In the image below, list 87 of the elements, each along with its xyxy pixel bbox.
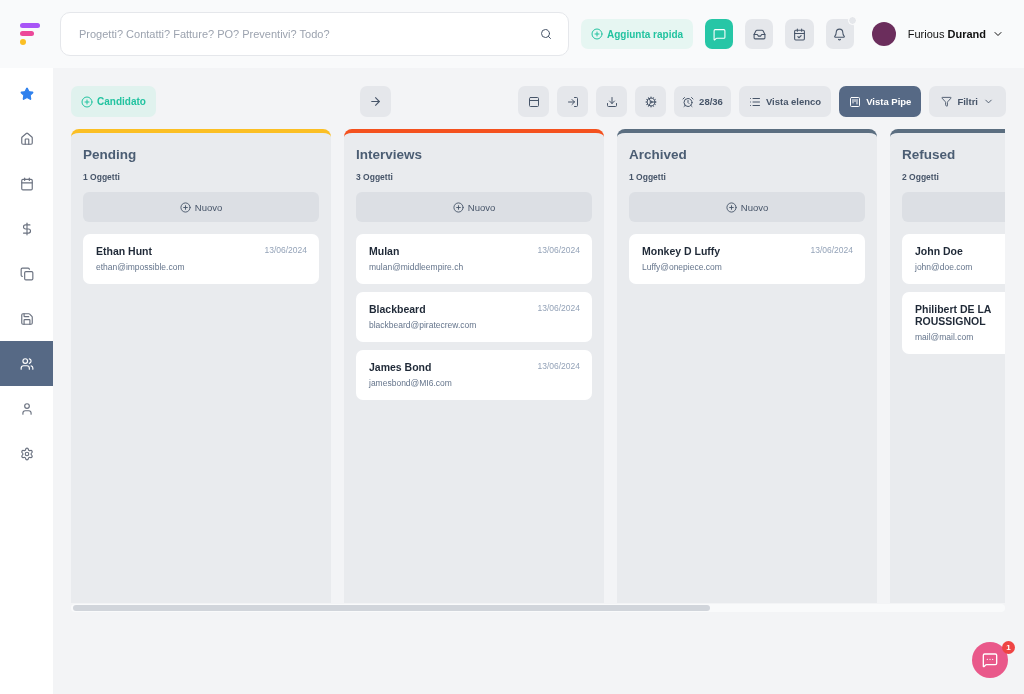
item-count: 1 Oggetti [629, 172, 667, 182]
candidate-card[interactable]: Ethan Hunt ethan@impossible.com 13/06/2024 [83, 234, 319, 284]
candidate-name: Ethan Hunt [96, 245, 153, 257]
copy-icon [19, 266, 34, 281]
plus-circle-icon [452, 201, 464, 213]
candidate-email: mail@mail.com [915, 332, 975, 342]
chat-icon [982, 652, 998, 668]
candidate-name: James Bond [369, 361, 433, 373]
inbox-icon [752, 27, 766, 41]
search-icon [540, 28, 552, 40]
save-icon [19, 311, 34, 326]
horizontal-scrollbar[interactable] [71, 604, 1005, 612]
new-item-button[interactable]: Nuovo [83, 192, 319, 222]
candidate-name: Mulan [369, 245, 401, 257]
download-icon [605, 95, 618, 108]
column-title: Refused [902, 147, 957, 162]
alarm-clock-icon [682, 95, 695, 108]
column-title: Interviews [356, 147, 424, 162]
plus-circle-icon [81, 95, 93, 108]
item-count: 3 Oggetti [356, 172, 394, 182]
view-toggle[interactable]: Vista Pipe [839, 86, 922, 117]
candidate-name: Blackbeard [369, 303, 427, 315]
plus-circle-icon [179, 201, 191, 213]
candidate-email: jamesbond@MI6.com [369, 378, 453, 388]
card-date: 13/06/2024 [264, 245, 307, 255]
avatar[interactable] [871, 22, 896, 46]
kanban-icon [849, 95, 862, 108]
list-icon [748, 95, 761, 108]
search-input[interactable]: Progetti? Contatti? Fatture? PO? Preventivi? Todo? [77, 27, 540, 41]
settings-button[interactable] [635, 86, 667, 117]
calendar-icon [793, 27, 806, 41]
notifications-button[interactable] [825, 19, 854, 49]
item-count: 2 Oggetti [902, 172, 940, 182]
card-date: 13/06/2024 [810, 245, 853, 255]
chat-badge: 1 [1002, 641, 1015, 654]
candidate-email: ethan@impossible.com [96, 262, 186, 272]
plus-circle-icon [725, 201, 737, 213]
panel-icon [527, 95, 540, 108]
card-date: 13/06/2024 [537, 303, 580, 313]
next-button[interactable] [359, 86, 391, 117]
logo-icon [20, 23, 40, 45]
candidate-email: blackbeard@piratecrew.com [369, 320, 478, 330]
bell-icon [833, 27, 847, 41]
calendar-icon [19, 176, 34, 191]
new-item-button[interactable]: Nuovo [356, 192, 592, 222]
search-field[interactable]: Progetti? Contatti? Fatture? PO? Preventivi? Todo? [60, 12, 569, 56]
candidate-email: mulan@middleempire.ch [369, 262, 465, 272]
inbox-button[interactable] [745, 19, 774, 49]
candidate-card[interactable]: James Bond jamesbond@MI6.com 13/06/2024 [356, 350, 592, 400]
candidate-email: Luffy@onepiece.com [642, 262, 723, 272]
message-icon [712, 27, 726, 41]
candidate-name: Monkey D Luffy [642, 245, 722, 257]
import-button[interactable] [557, 86, 589, 117]
card-date: 13/06/2024 [537, 361, 580, 371]
settings-icon [19, 446, 34, 461]
messages-button[interactable] [705, 19, 734, 49]
view-toggle[interactable]: Vista elenco [738, 86, 832, 117]
filter-button[interactable]: Filtri [929, 86, 1006, 117]
import-icon [566, 95, 579, 108]
panel-button[interactable] [518, 86, 550, 117]
download-button[interactable] [596, 86, 628, 117]
candidate-card[interactable]: John Doe john@doe.com [902, 234, 1005, 284]
calendar-button[interactable] [785, 19, 814, 49]
item-count: 1 Oggetti [83, 172, 121, 182]
user-menu[interactable]: Furious Durand [907, 28, 1004, 40]
candidate-card[interactable]: Philibert DE LA ROUSSIGNOL mail@mail.com [902, 292, 1005, 354]
column-title: Archived [629, 147, 688, 162]
candidate-card[interactable]: Blackbeard blackbeard@piratecrew.com 13/06/2024 [356, 292, 592, 342]
settings-icon [644, 95, 657, 108]
column-title: Pending [83, 147, 138, 162]
candidate-name: Philibert DE LA ROUSSIGNOL [915, 303, 993, 327]
users-icon [19, 356, 34, 371]
candidate-card[interactable]: Mulan mulan@middleempire.ch 13/06/2024 [356, 234, 592, 284]
plus-circle-icon [591, 28, 603, 40]
home-icon [19, 131, 34, 146]
candidate-name: John Doe [915, 245, 964, 257]
chat-launcher[interactable] [972, 642, 1008, 678]
card-date: 13/06/2024 [537, 245, 580, 255]
candidate-card[interactable]: Monkey D Luffy Luffy@onepiece.com 13/06/2024 [629, 234, 865, 284]
filter-icon [941, 96, 953, 107]
new-item-button[interactable]: Nuovo [629, 192, 865, 222]
user-icon [19, 401, 34, 416]
counter-button[interactable]: 28/36 [674, 86, 731, 117]
sidebar-item[interactable] [0, 341, 53, 386]
arrow-right-icon [368, 95, 382, 108]
candidate-email: john@doe.com [915, 262, 974, 272]
star-icon [19, 86, 34, 101]
